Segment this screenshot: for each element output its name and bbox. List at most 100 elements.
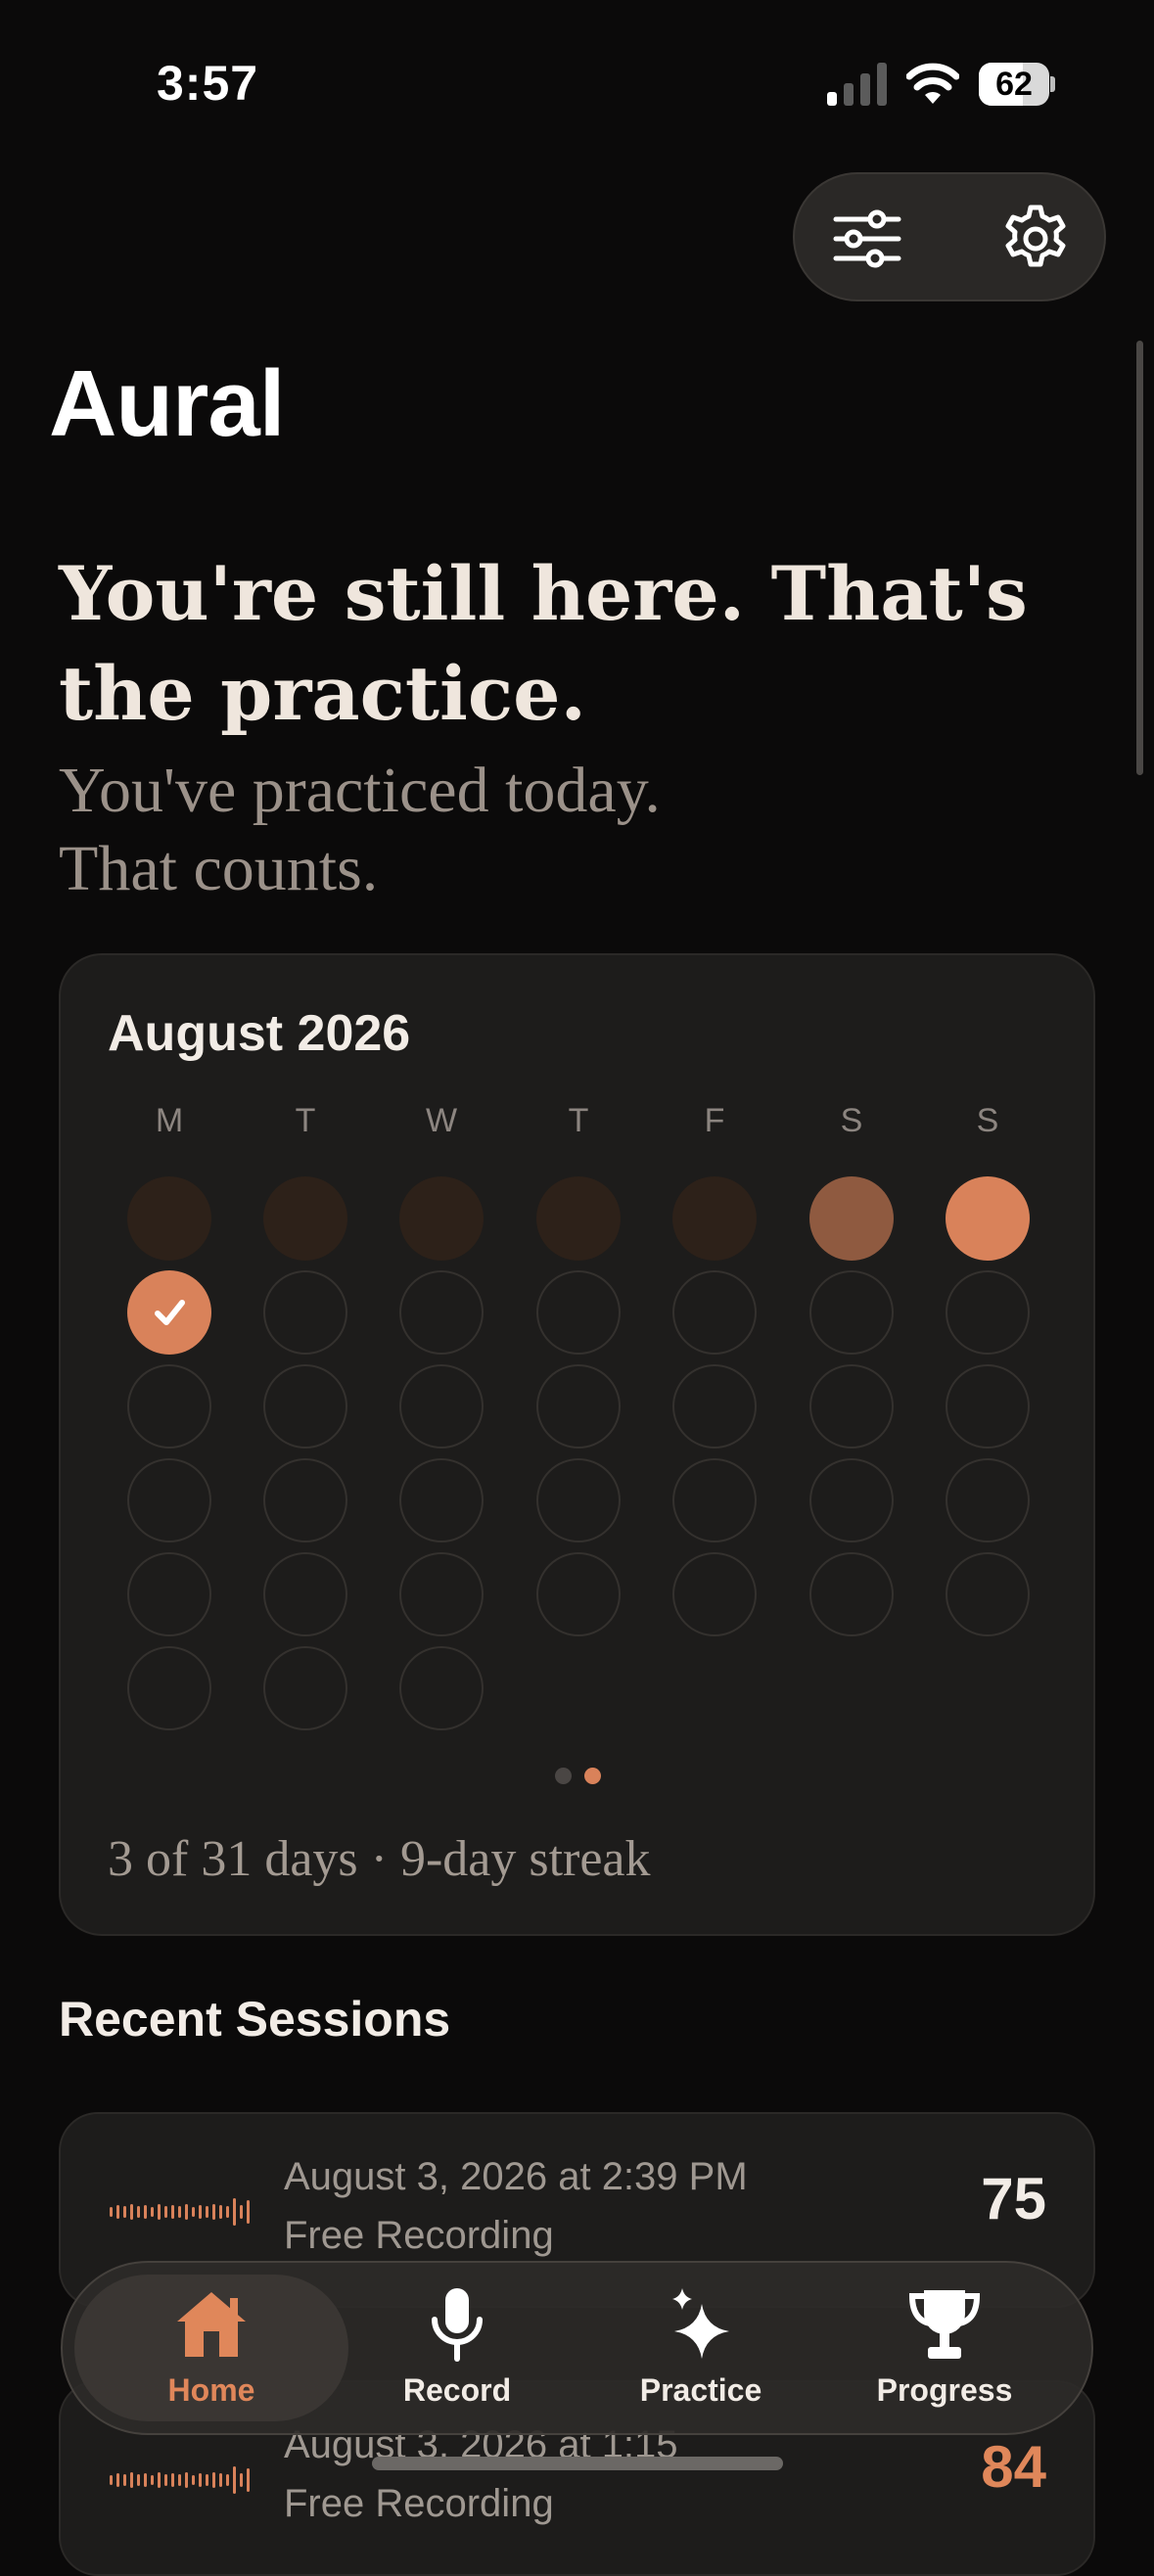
battery-percent: 62 — [995, 66, 1033, 103]
waveform-icon — [110, 2198, 250, 2226]
app-title: Aural — [49, 351, 285, 456]
trophy-icon — [908, 2290, 981, 2359]
waveform-bar — [240, 2473, 243, 2487]
calendar-day[interactable] — [536, 1552, 621, 1636]
waveform-bar — [219, 2473, 222, 2487]
waveform-bar — [130, 2472, 133, 2488]
waveform-bar — [164, 2206, 167, 2218]
weekday-label: M — [155, 1102, 184, 1139]
filters-button[interactable] — [824, 196, 910, 282]
calendar-day[interactable] — [946, 1364, 1030, 1449]
waveform-bar — [233, 2466, 236, 2494]
waveform-bar — [110, 2207, 113, 2217]
page-indicator-dot[interactable] — [555, 1768, 572, 1784]
calendar-day[interactable] — [263, 1364, 347, 1449]
waveform-bar — [158, 2472, 161, 2488]
tab-label: Home — [167, 2372, 255, 2408]
weekday-label: S — [976, 1102, 999, 1139]
waveform-icon — [110, 2466, 250, 2494]
waveform-bar — [171, 2473, 174, 2487]
waveform-bar — [192, 2475, 195, 2485]
calendar-day[interactable] — [263, 1458, 347, 1542]
waveform-bar — [123, 2474, 126, 2486]
calendar-day[interactable] — [946, 1270, 1030, 1355]
checkmark-icon — [155, 1300, 185, 1325]
house-icon — [177, 2292, 246, 2357]
waveform-bar — [137, 2206, 140, 2218]
hero-headline: You're still here. That's the practice. — [59, 550, 1028, 737]
weekday-label: W — [425, 1102, 458, 1139]
session-type: Free Recording — [284, 2214, 554, 2257]
calendar-month-title: August 2026 — [108, 1005, 411, 1062]
calendar-day-streak[interactable] — [809, 1176, 894, 1261]
calendar-day-streak[interactable] — [946, 1176, 1030, 1261]
calendar-day[interactable] — [946, 1458, 1030, 1542]
session-date: August 3, 2026 at 2:39 PM — [284, 2155, 748, 2198]
calendar-day-streak[interactable] — [127, 1176, 211, 1261]
calendar-day-streak[interactable] — [536, 1176, 621, 1261]
microphone-icon — [432, 2288, 483, 2362]
session-type: Free Recording — [284, 2482, 554, 2525]
calendar-day[interactable] — [536, 1364, 621, 1449]
calendar-day-streak[interactable] — [672, 1176, 757, 1261]
waveform-bar — [226, 2474, 229, 2486]
calendar-day[interactable] — [127, 1552, 211, 1636]
calendar-day[interactable] — [399, 1364, 484, 1449]
calendar-card[interactable]: August 2026 M T W T F S S 3 of 31 days · 9-day… — [59, 953, 1095, 1936]
calendar-day-practiced[interactable] — [127, 1270, 211, 1355]
battery-indicator: 62 — [979, 63, 1055, 106]
calendar-day[interactable] — [672, 1364, 757, 1449]
waveform-bar — [212, 2204, 215, 2220]
calendar-day[interactable] — [672, 1458, 757, 1542]
scrollbar[interactable] — [1136, 341, 1143, 775]
session-score: 75 — [981, 2166, 1046, 2231]
calendar-day[interactable] — [263, 1646, 347, 1730]
calendar-day-streak[interactable] — [399, 1176, 484, 1261]
gear-icon — [1005, 205, 1066, 267]
calendar-day-streak[interactable] — [263, 1176, 347, 1261]
waveform-bar — [178, 2206, 181, 2218]
recent-sessions-title: Recent Sessions — [59, 1992, 451, 2047]
calendar-summary: 3 of 31 days · 9-day streak — [108, 1831, 651, 1887]
sliders-icon — [833, 209, 901, 268]
calendar-day[interactable] — [809, 1364, 894, 1449]
calendar-day[interactable] — [809, 1458, 894, 1542]
tab-record[interactable]: Record — [345, 2284, 570, 2421]
home-indicator — [372, 2457, 783, 2470]
calendar-day[interactable] — [399, 1552, 484, 1636]
tab-practice[interactable]: Practice — [588, 2284, 813, 2421]
calendar-day[interactable] — [399, 1458, 484, 1542]
waveform-bar — [110, 2475, 113, 2485]
tab-progress[interactable]: Progress — [832, 2284, 1057, 2421]
waveform-bar — [233, 2198, 236, 2226]
tab-label: Record — [402, 2372, 512, 2408]
waveform-bar — [151, 2475, 154, 2485]
calendar-day[interactable] — [672, 1270, 757, 1355]
settings-button[interactable] — [992, 196, 1079, 282]
calendar-day[interactable] — [809, 1552, 894, 1636]
waveform-bar — [185, 2204, 188, 2220]
calendar-day[interactable] — [127, 1364, 211, 1449]
sparkles-icon — [672, 2288, 729, 2359]
waveform-bar — [212, 2472, 215, 2488]
calendar-day[interactable] — [399, 1646, 484, 1730]
calendar-day[interactable] — [263, 1552, 347, 1636]
page-indicator-dot[interactable] — [584, 1768, 601, 1784]
calendar-day[interactable] — [536, 1458, 621, 1542]
calendar-day[interactable] — [127, 1458, 211, 1542]
waveform-bar — [206, 2206, 208, 2218]
calendar-day[interactable] — [127, 1646, 211, 1730]
calendar-day[interactable] — [399, 1270, 484, 1355]
tab-label: Progress — [876, 2372, 1013, 2408]
waveform-bar — [137, 2474, 140, 2486]
calendar-day[interactable] — [536, 1270, 621, 1355]
hero-subline-2: That counts. — [59, 833, 379, 904]
calendar-day[interactable] — [809, 1270, 894, 1355]
calendar-day[interactable] — [263, 1270, 347, 1355]
calendar-day[interactable] — [672, 1552, 757, 1636]
tab-label: Practice — [639, 2372, 762, 2408]
tab-home[interactable]: Home — [99, 2284, 324, 2421]
calendar-day[interactable] — [946, 1552, 1030, 1636]
waveform-bar — [199, 2205, 202, 2219]
status-time: 3:57 — [157, 56, 259, 111]
